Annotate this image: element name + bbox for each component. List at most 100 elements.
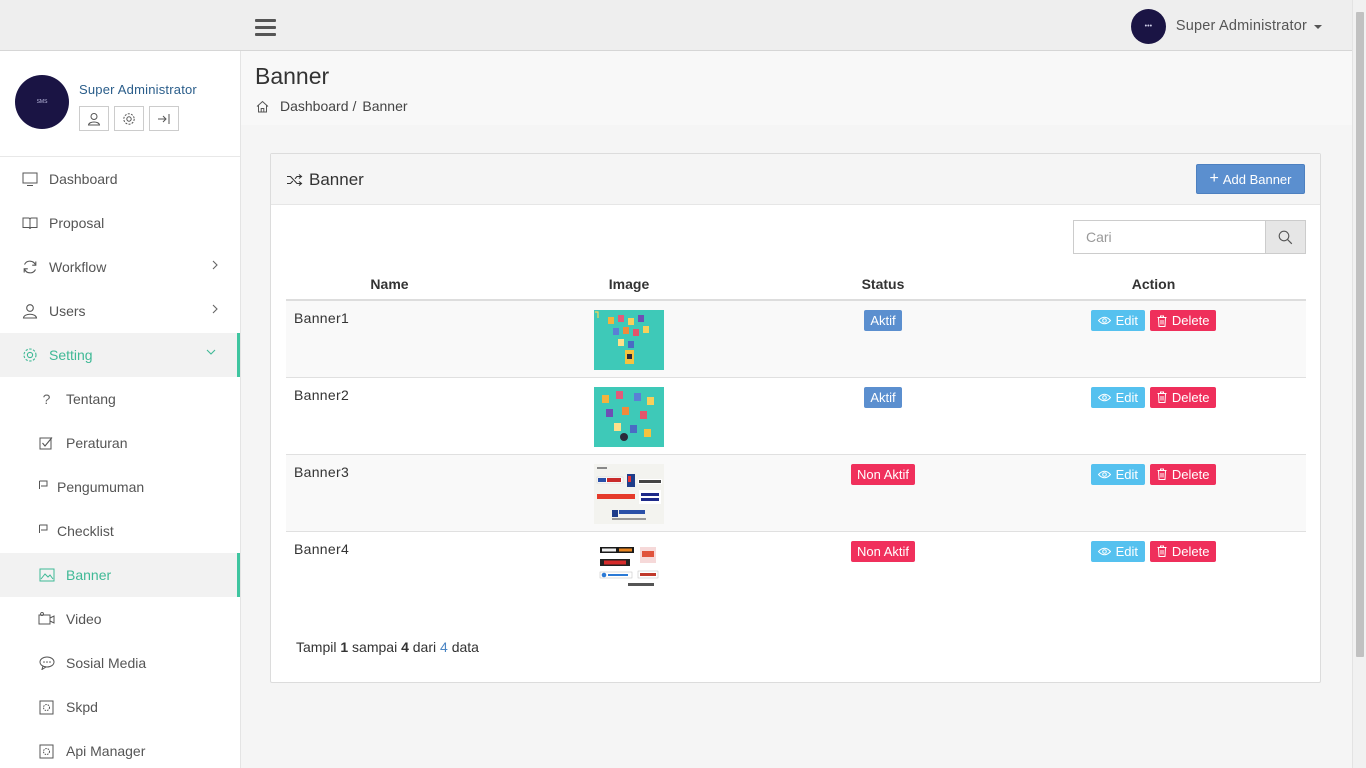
delete-label: Delete <box>1171 389 1210 405</box>
video-icon <box>38 611 55 628</box>
sidebar-subitem-checklist[interactable]: Checklist <box>0 509 240 553</box>
settings-button[interactable] <box>114 106 144 131</box>
trash-icon <box>1157 391 1167 403</box>
sidebar-item-label: Peraturan <box>66 435 128 451</box>
delete-button[interactable]: Delete <box>1149 540 1217 562</box>
sidebar-item-label: Users <box>49 303 86 319</box>
breadcrumb-home[interactable]: Dashboard <box>280 98 349 114</box>
delete-button[interactable]: Delete <box>1149 386 1217 408</box>
menu-toggle-icon[interactable] <box>255 19 276 36</box>
table-row: Banner4 Non Aktif Edit Delete <box>286 530 1306 608</box>
gear-icon <box>123 112 135 125</box>
column-header-image[interactable]: Image <box>493 268 765 301</box>
sidebar-item-proposal[interactable]: Proposal <box>0 201 240 245</box>
search-icon <box>1278 230 1293 244</box>
sidebar-item-dashboard[interactable]: Dashboard <box>0 157 240 201</box>
banner-thumbnail <box>594 463 664 524</box>
info-prefix: Tampil <box>296 639 337 655</box>
page-scrollbar[interactable] <box>1352 0 1366 768</box>
delete-label: Delete <box>1171 313 1210 328</box>
user-menu[interactable]: ••• Super Administrator <box>1130 8 1322 44</box>
edit-button[interactable]: Edit <box>1090 540 1145 562</box>
monitor-icon <box>21 170 39 188</box>
page-title: Banner <box>255 63 330 89</box>
sidebar-subitem-banner[interactable]: Banner <box>0 553 240 597</box>
sidebar-item-users[interactable]: Users <box>0 289 240 333</box>
banner-thumbnail <box>594 310 664 370</box>
profile-name[interactable]: Super Administrator <box>79 82 197 97</box>
search-box <box>1073 220 1306 254</box>
breadcrumb: Dashboard / Banner <box>256 98 408 114</box>
delete-button[interactable]: Delete <box>1149 310 1217 331</box>
sidebar-subitem-pengumuman[interactable]: Pengumuman <box>0 465 240 509</box>
flag-icon <box>38 479 48 496</box>
image-icon <box>38 567 55 584</box>
sidebar-subitem-api-manager[interactable]: Api Manager <box>0 729 240 768</box>
sidebar-item-label: Setting <box>49 347 93 363</box>
sidebar-subitem-tentang[interactable]: ? Tentang <box>0 377 240 421</box>
table-row: Banner1 Aktif Edit Delete <box>286 299 1306 377</box>
sidebar-subitem-sosial-media[interactable]: Sosial Media <box>0 641 240 685</box>
gear-icon <box>21 346 39 364</box>
table-row: Banner3 Non Aktif Edit Delete <box>286 453 1306 531</box>
chat-icon <box>38 655 55 672</box>
edit-label: Edit <box>1115 543 1138 559</box>
add-banner-button[interactable]: + Add Banner <box>1196 164 1305 194</box>
trash-icon <box>1157 545 1167 557</box>
edit-button[interactable]: Edit <box>1090 463 1145 485</box>
user-name: Super Administrator <box>1175 18 1307 34</box>
delete-button[interactable]: Delete <box>1149 463 1217 485</box>
search-input[interactable] <box>1073 220 1265 254</box>
delete-label: Delete <box>1171 466 1210 482</box>
logout-icon <box>158 113 170 124</box>
sidebar-profile: SMS Super Administrator <box>0 51 240 157</box>
sidebar-item-setting[interactable]: Setting <box>0 333 240 377</box>
home-icon <box>256 100 269 112</box>
edit-button[interactable]: Edit <box>1090 310 1145 331</box>
target-icon <box>38 743 55 760</box>
column-header-name[interactable]: Name <box>286 268 493 301</box>
question-icon: ? <box>42 391 51 407</box>
delete-label: Delete <box>1171 543 1210 559</box>
refresh-icon <box>21 258 39 276</box>
info-to: 4 <box>401 639 409 655</box>
trash-icon <box>1157 468 1167 480</box>
panel-title-text: Banner <box>309 170 364 189</box>
edit-label: Edit <box>1115 466 1138 482</box>
status-badge: Non Aktif <box>850 463 916 485</box>
sidebar-item-label: Pengumuman <box>57 479 145 495</box>
eye-icon <box>1097 470 1111 478</box>
banner-name: Banner4 <box>286 530 493 608</box>
flag-icon <box>38 523 48 540</box>
sidebar-item-label: Banner <box>66 567 112 583</box>
table-row: Banner2 Aktif Edit Delete <box>286 376 1306 454</box>
sidebar-subitem-skpd[interactable]: Skpd <box>0 685 240 729</box>
banner-name: Banner2 <box>286 376 493 454</box>
shuffle-icon <box>287 174 303 186</box>
info-of: dari <box>412 639 437 655</box>
trash-icon <box>1157 315 1167 327</box>
status-badge: Non Aktif <box>850 540 916 562</box>
sidebar: SMS Super Administrator Dashboard Propos… <box>0 51 241 768</box>
eye-icon <box>1097 393 1111 401</box>
sidebar-item-label: Dashboard <box>49 171 118 187</box>
column-header-action: Action <box>1001 268 1306 301</box>
sidebar-item-workflow[interactable]: Workflow <box>0 245 240 289</box>
table-header-row: Name Image Status Action <box>286 268 1306 301</box>
column-header-status[interactable]: Status <box>765 268 1001 301</box>
breadcrumb-separator: / <box>352 98 357 114</box>
sidebar-item-label: Tentang <box>66 391 116 407</box>
profile-button[interactable] <box>79 106 109 131</box>
sidebar-subitem-video[interactable]: Video <box>0 597 240 641</box>
sidebar-item-label: Checklist <box>57 523 114 539</box>
search-button[interactable] <box>1265 220 1306 254</box>
status-badge: Aktif <box>864 310 902 331</box>
info-mid: sampai <box>352 639 398 655</box>
scrollbar-thumb[interactable] <box>1356 12 1364 657</box>
sidebar-subitem-peraturan[interactable]: Peraturan <box>0 421 240 465</box>
edit-button[interactable]: Edit <box>1090 386 1145 408</box>
banner-thumbnail <box>594 540 664 601</box>
logout-button[interactable] <box>149 106 179 131</box>
status-badge: Aktif <box>864 386 902 408</box>
edit-label: Edit <box>1115 389 1138 405</box>
